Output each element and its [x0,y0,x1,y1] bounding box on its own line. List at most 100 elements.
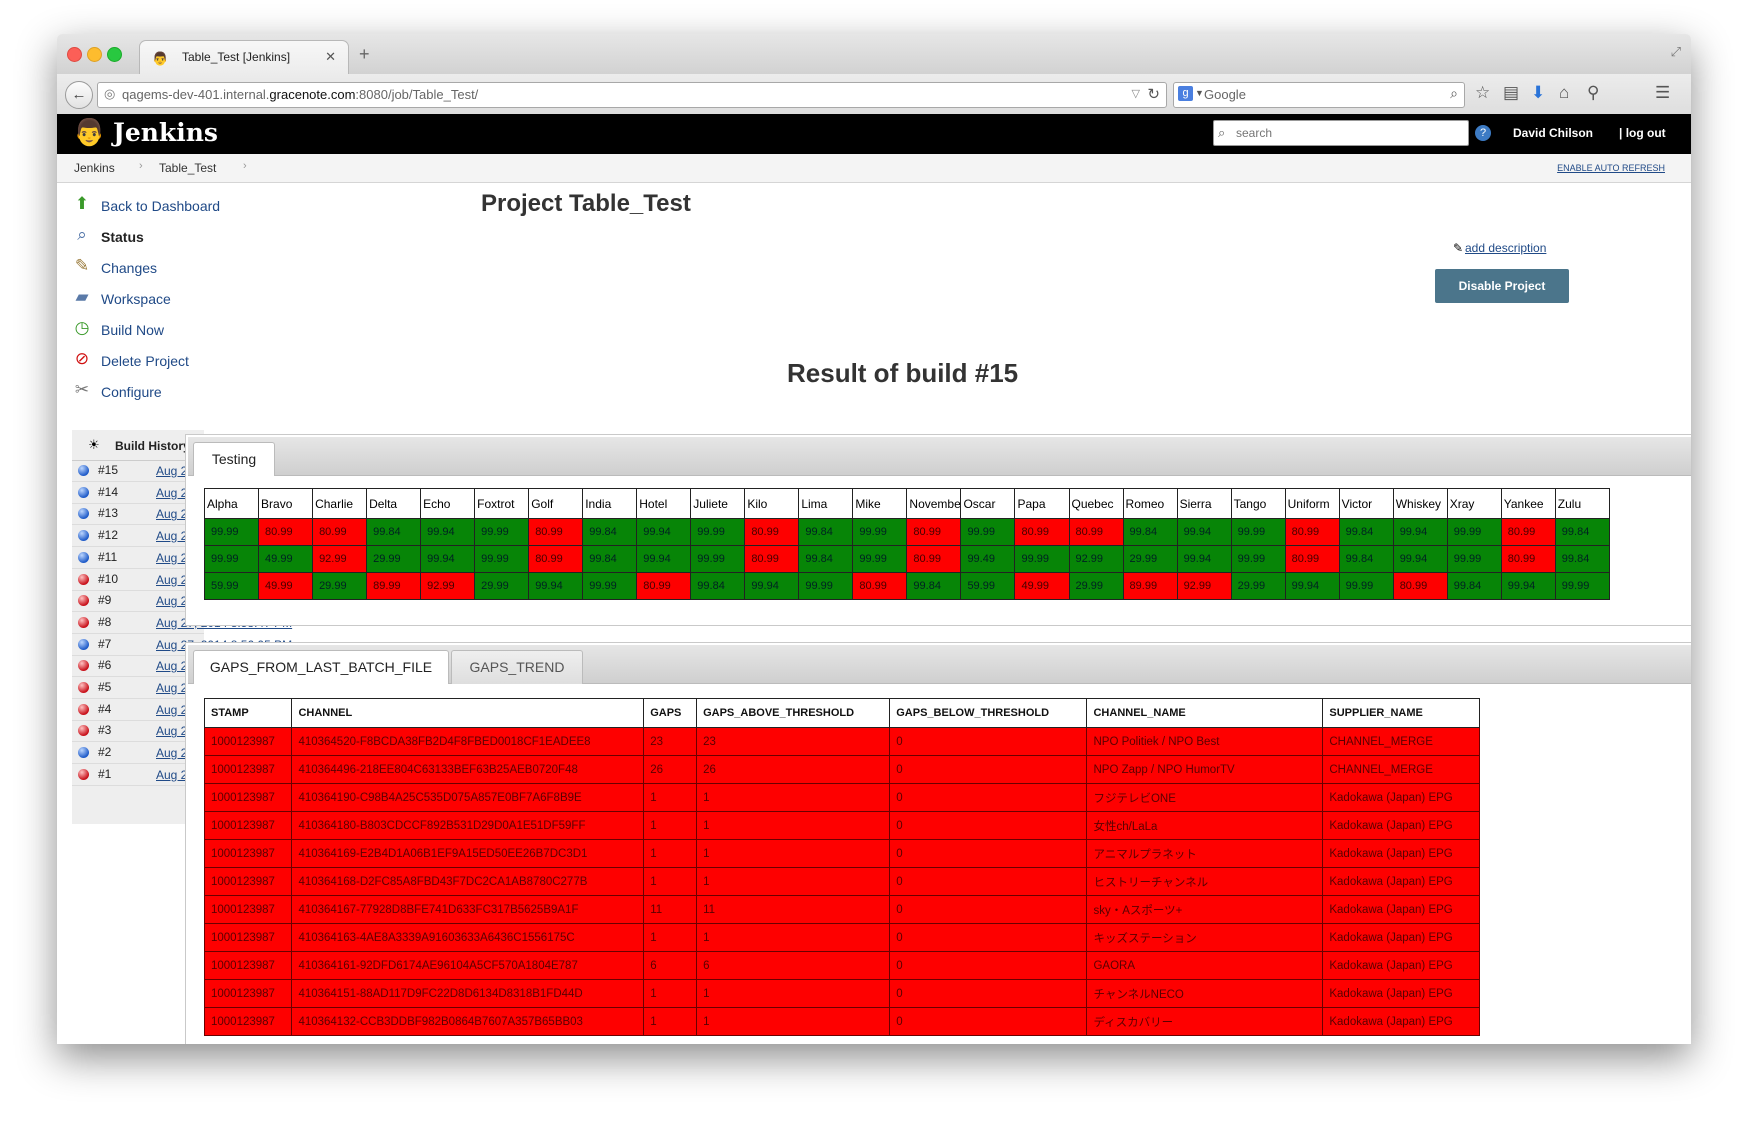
tab-testing[interactable]: Testing [193,442,275,476]
result-cell: 99.94 [1392,545,1448,573]
build-number[interactable]: #11 [98,550,117,564]
gaps-cell: 1 [643,1007,698,1036]
gaps-cell: Kadokawa (Japan) EPG [1322,811,1480,840]
result-cell: 99.84 [798,518,854,546]
task-configure[interactable]: ✂ Configure [71,380,241,404]
build-number[interactable]: #15 [98,463,118,477]
window-close-button[interactable] [67,47,82,62]
table-row: 1000123987 410364167-77928D8BFE741D633FC3… [203,895,1480,924]
build-status-red-icon [78,660,89,672]
breadcrumb-chevron-icon: › [243,160,247,172]
column-header: GAPS [643,698,698,728]
build-number[interactable]: #12 [98,528,118,542]
task-label: Build Now [101,322,165,338]
add-description-link[interactable]: add description [1465,241,1546,255]
wrench-icon: ✂ [74,380,90,399]
result-cell: 80.99 [1284,518,1340,546]
help-icon[interactable]: ? [1475,125,1491,141]
build-status-blue-icon [78,551,89,563]
build-number[interactable]: #3 [98,723,111,737]
browser-tab[interactable]: 👨 Table_Test [Jenkins] ✕ [139,40,349,75]
column-header: Papa [1014,488,1070,519]
gaps-cell: Kadokawa (Japan) EPG [1322,839,1480,868]
task-workspace[interactable]: ▰ Workspace [71,287,241,311]
build-number[interactable]: #7 [98,637,111,651]
result-cell: 92.99 [1068,545,1124,573]
task-delete-project[interactable]: ⊘ Delete Project [71,349,241,373]
build-number[interactable]: #10 [98,572,118,586]
reload-icon[interactable]: ↻ [1147,85,1160,103]
build-number[interactable]: #2 [98,745,111,759]
browser-search-placeholder: Google [1204,87,1246,102]
user-link[interactable]: David Chilson [1513,126,1593,140]
column-header: Kilo [744,488,800,519]
task-label: Configure [101,384,162,400]
tab-gaps-from-last-batch-file[interactable]: GAPS_FROM_LAST_BATCH_FILE [193,650,449,684]
search-engine-dropdown-icon[interactable]: ▼ [1195,88,1204,98]
build-number[interactable]: #6 [98,658,111,672]
jenkins-logo-icon[interactable]: 👨 [73,117,105,148]
result-cell: 99.94 [1176,518,1232,546]
menu-icon[interactable]: ☰ [1655,83,1670,103]
google-icon: g [1178,86,1193,101]
task-back-to-dashboard[interactable]: ⬆ Back to Dashboard [71,194,241,218]
tab-gaps-trend[interactable]: GAPS_TREND [451,650,583,684]
downloads-icon[interactable]: ⬇ [1531,83,1545,103]
result-cell: 80.99 [312,518,368,546]
url-bar[interactable]: ◎ qagems-dev-401.internal.gracenote.com:… [97,82,1167,108]
build-number[interactable]: #9 [98,593,111,607]
bookmark-star-icon[interactable]: ☆ [1475,83,1490,103]
tab-close-icon[interactable]: ✕ [325,49,336,65]
task-status[interactable]: ⌕ Status [71,225,241,249]
build-number[interactable]: #13 [98,506,118,520]
folder-icon: ▰ [75,287,89,306]
build-status-red-icon [78,725,89,737]
search-icon[interactable]: ⌕ [1450,85,1458,102]
column-header: CHANNEL_NAME [1086,698,1324,728]
build-number[interactable]: #8 [98,615,111,629]
logout-link[interactable]: | log out [1619,126,1666,140]
column-header: Golf [528,488,584,519]
window-zoom-button[interactable] [107,47,122,62]
gaps-cell: 26 [696,755,891,784]
weather-sun-icon: ☀ [88,437,100,452]
result-cell: 59.99 [960,572,1016,600]
task-changes[interactable]: ✎ Changes [71,256,241,280]
jenkins-title[interactable]: Jenkins [113,118,218,147]
url-dropdown-icon[interactable]: ▽ [1132,87,1140,100]
result-cell: 80.99 [906,545,962,573]
gaps-cell: 1 [643,839,698,868]
build-number[interactable]: #1 [98,767,111,781]
disable-project-button[interactable]: Disable Project [1435,269,1569,303]
column-header: Delta [366,488,422,519]
fullscreen-icon[interactable]: ⤢ [1671,44,1681,60]
browser-search-bar[interactable]: g ▼ Google ⌕ [1173,82,1465,108]
tools-icon[interactable]: ⚲ [1587,83,1599,103]
column-header: GAPS_BELOW_THRESHOLD [889,698,1088,728]
back-arrow-icon[interactable]: ← [65,81,93,109]
gaps-cell: NPO Zapp / NPO HumorTV [1086,755,1324,784]
gaps-cell: Kadokawa (Japan) EPG [1322,867,1480,896]
column-header: Bravo [258,488,314,519]
enable-auto-refresh-link[interactable]: ENABLE AUTO REFRESH [1557,163,1665,173]
window-minimize-button[interactable] [87,47,102,62]
jenkins-search-input[interactable] [1234,123,1466,143]
breadcrumb-jenkins[interactable]: Jenkins [74,161,115,175]
new-tab-icon[interactable]: + [359,44,370,65]
result-cell: 99.84 [1338,518,1394,546]
result-cell: 92.99 [420,572,476,600]
bookmarks-list-icon[interactable]: ▤ [1503,83,1519,103]
column-header: STAMP [203,698,293,728]
task-build-now[interactable]: ◷ Build Now [71,318,241,342]
gaps-cell: 410364496-218EE804C63133BEF63B25AEB0720F… [291,755,645,784]
gaps-cell: 6 [696,951,891,980]
gaps-cell: 1 [696,979,891,1008]
build-number[interactable]: #5 [98,680,111,694]
breadcrumb-table-test[interactable]: Table_Test [159,161,216,175]
build-number[interactable]: #4 [98,702,111,716]
build-number[interactable]: #14 [98,485,118,499]
result-cell: 99.99 [852,518,908,546]
home-icon[interactable]: ⌂ [1559,83,1569,103]
column-header: Xray [1446,488,1502,519]
task-label: Workspace [101,291,171,307]
